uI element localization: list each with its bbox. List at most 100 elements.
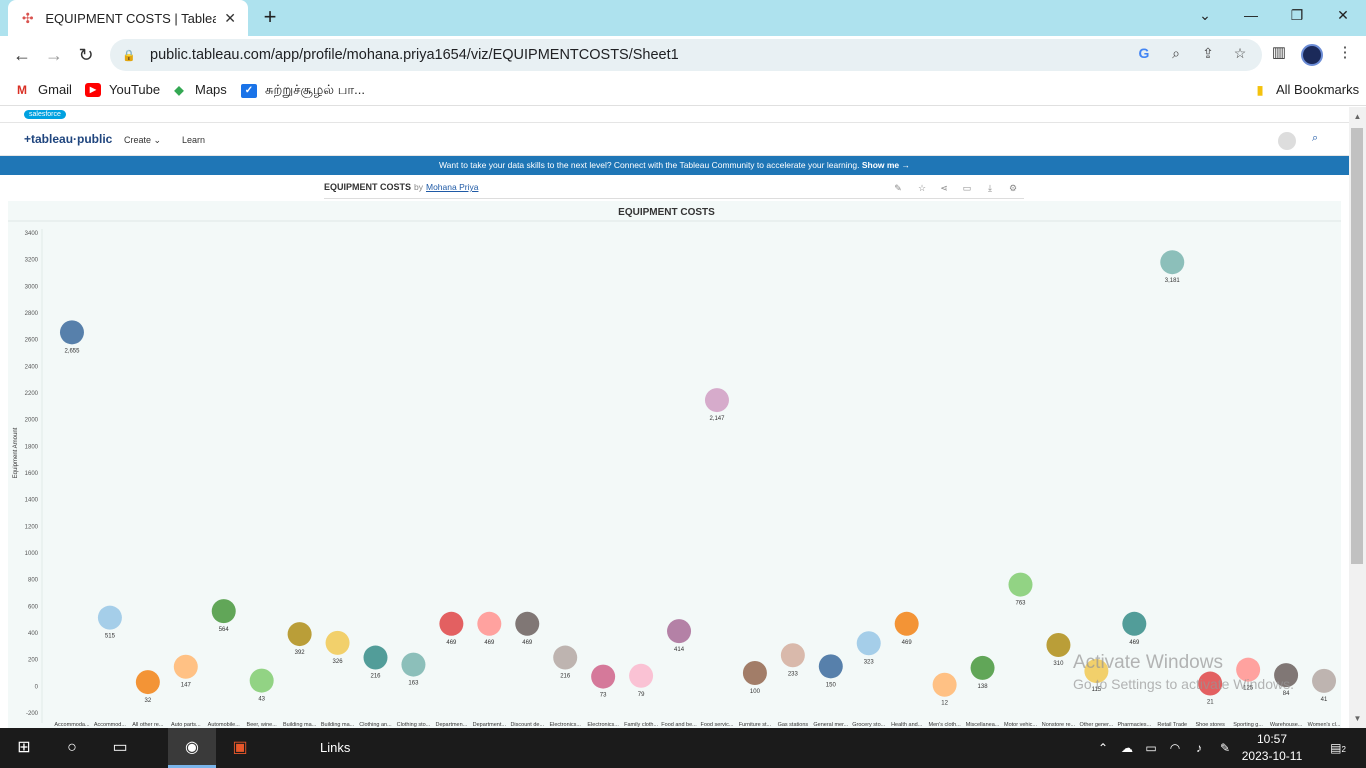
profile-avatar[interactable] — [1301, 44, 1323, 66]
share-icon[interactable]: ⋖ — [938, 182, 950, 194]
y-tick-label: 3000 — [25, 284, 39, 290]
data-label: 515 — [105, 634, 116, 640]
data-point — [1312, 668, 1337, 693]
tableau-public-logo[interactable]: +tableau·public — [24, 132, 112, 146]
reload-button[interactable]: ↻ — [73, 42, 99, 68]
google-lens-icon[interactable]: G — [1133, 42, 1155, 64]
page-content: salesforce +tableau·public Create ⌄ Lear… — [0, 107, 1349, 728]
links-toolbar[interactable]: Links — [320, 728, 376, 768]
watermark-subtitle: Go to Settings to activate Windows. — [1073, 676, 1294, 692]
menu-icon[interactable]: ⋮ — [1334, 42, 1356, 64]
minimize-button[interactable]: — — [1228, 0, 1274, 30]
pen-icon[interactable]: ✎ — [1216, 740, 1234, 756]
data-point — [477, 611, 502, 636]
search-circle-icon[interactable]: ○ — [48, 728, 96, 768]
system-clock[interactable]: 10:57 2023-10-11 — [1240, 731, 1304, 765]
favorite-icon[interactable]: ☆ — [916, 182, 928, 194]
close-window-button[interactable]: ✕ — [1320, 0, 1366, 30]
scatter-chart[interactable]: EQUIPMENT COSTS -200 0 200 400 600 800 1000 1200… — [8, 201, 1341, 728]
url-text: public.tableau.com/app/profile/mohana.pr… — [150, 47, 679, 63]
share-icon[interactable]: ⇪ — [1197, 42, 1219, 64]
restore-button[interactable]: ❐ — [1274, 0, 1320, 30]
viz-author-link[interactable]: Mohana Priya — [426, 182, 478, 192]
community-banner: Want to take your data skills to the nex… — [0, 156, 1349, 175]
user-avatar[interactable] — [1278, 132, 1296, 150]
address-bar[interactable]: 🔒 public.tableau.com/app/profile/mohana.… — [110, 39, 1262, 71]
browser-toolbar: ← → ↻ 🔒 public.tableau.com/app/profile/m… — [0, 36, 1366, 74]
banner-show-me-link[interactable]: Show me → — [862, 160, 910, 170]
data-label: 469 — [1129, 640, 1140, 646]
app-taskbar-icon[interactable]: ▣ — [216, 728, 264, 768]
data-label: 163 — [408, 681, 419, 687]
y-tick-label: 1600 — [25, 471, 39, 477]
data-label: 21 — [1207, 700, 1214, 706]
chevron-up-icon[interactable]: ⌃ — [1094, 740, 1112, 756]
side-panel-icon[interactable]: ▥ — [1268, 42, 1290, 64]
back-button[interactable]: ← — [9, 42, 35, 68]
zoom-icon[interactable]: ⌕ — [1165, 42, 1187, 64]
close-tab-icon[interactable]: ✕ — [224, 10, 236, 27]
search-icon[interactable]: ⌕ — [1312, 132, 1318, 145]
y-tick-label: 1200 — [25, 524, 39, 530]
data-label: 469 — [484, 640, 495, 646]
bookmark-maps[interactable]: ◆ Maps — [171, 82, 226, 97]
wifi-icon[interactable]: ◠ — [1166, 740, 1184, 756]
new-tab-button[interactable]: + — [258, 4, 282, 30]
data-label: 32 — [145, 698, 152, 704]
data-label: 326 — [333, 659, 344, 665]
network-alert-icon[interactable]: ☁ — [1118, 740, 1136, 756]
data-point — [818, 654, 843, 679]
y-tick-label: 200 — [28, 658, 39, 664]
data-label: 147 — [181, 683, 192, 689]
comment-icon[interactable]: ▭ — [961, 182, 973, 194]
notification-icon[interactable]: ▤2 — [1326, 740, 1350, 756]
data-point — [970, 655, 995, 680]
y-tick-label: 2800 — [25, 311, 39, 317]
download-icon[interactable]: ⤓ — [984, 182, 996, 194]
y-tick-label: 3400 — [25, 231, 39, 237]
tab-search-icon[interactable]: ⌄ — [1182, 0, 1228, 30]
chrome-taskbar-icon[interactable]: ◉ — [168, 728, 216, 768]
volume-icon[interactable]: ♪ — [1190, 740, 1208, 756]
bookmark-label: சுற்றுச்சூழல் பா... — [265, 82, 366, 97]
bookmark-gmail[interactable]: M Gmail — [14, 82, 72, 97]
data-point — [325, 630, 350, 655]
y-tick-label: 3200 — [25, 258, 39, 264]
nav-create[interactable]: Create ⌄ — [124, 135, 161, 146]
data-label: 763 — [1015, 601, 1026, 607]
data-label: 41 — [1321, 697, 1328, 703]
data-point — [591, 664, 616, 689]
browser-tab[interactable]: ✣ EQUIPMENT COSTS | Tableau Pu ✕ — [8, 0, 248, 36]
nav-learn[interactable]: Learn — [182, 135, 205, 145]
edit-icon[interactable]: ✎ — [892, 182, 904, 194]
scroll-down-arrow[interactable]: ▼ — [1350, 712, 1365, 726]
y-tick-label: 0 — [35, 684, 39, 690]
bookmark-all[interactable]: ▮ All Bookmarks — [1252, 82, 1359, 97]
forward-button[interactable]: → — [41, 42, 67, 68]
settings-icon[interactable]: ⚙ — [1007, 182, 1019, 194]
bookmark-star-icon[interactable]: ☆ — [1229, 42, 1251, 64]
data-point — [704, 388, 729, 413]
youtube-icon: ▶ — [85, 82, 101, 97]
data-label: 2,655 — [64, 348, 80, 354]
scroll-thumb[interactable] — [1351, 128, 1363, 564]
data-point — [135, 670, 160, 695]
salesforce-logo[interactable]: salesforce — [24, 110, 66, 119]
gmail-icon: M — [17, 82, 27, 97]
windows-start-icon[interactable]: ⊞ — [0, 728, 48, 768]
data-label: 138 — [978, 684, 989, 690]
viz-title: EQUIPMENT COSTS — [324, 182, 412, 192]
scroll-up-arrow[interactable]: ▲ — [1350, 110, 1365, 124]
task-view-icon[interactable]: ▭ — [96, 728, 144, 768]
bookmark-label: Gmail — [38, 82, 72, 97]
data-point — [515, 611, 540, 636]
battery-icon[interactable]: ▭ — [1142, 740, 1160, 756]
y-tick-label: -200 — [26, 711, 39, 717]
bookmark-tamil[interactable]: ✓ சுற்றுச்சூழல் பா... — [241, 82, 365, 99]
y-tick-label: 2000 — [25, 418, 39, 424]
data-label: 84 — [1283, 691, 1290, 697]
y-tick-label: 2600 — [25, 338, 39, 344]
data-label: 216 — [370, 674, 381, 680]
tableau-favicon-icon: ✣ — [21, 10, 34, 26]
bookmark-youtube[interactable]: ▶ YouTube — [85, 82, 160, 97]
